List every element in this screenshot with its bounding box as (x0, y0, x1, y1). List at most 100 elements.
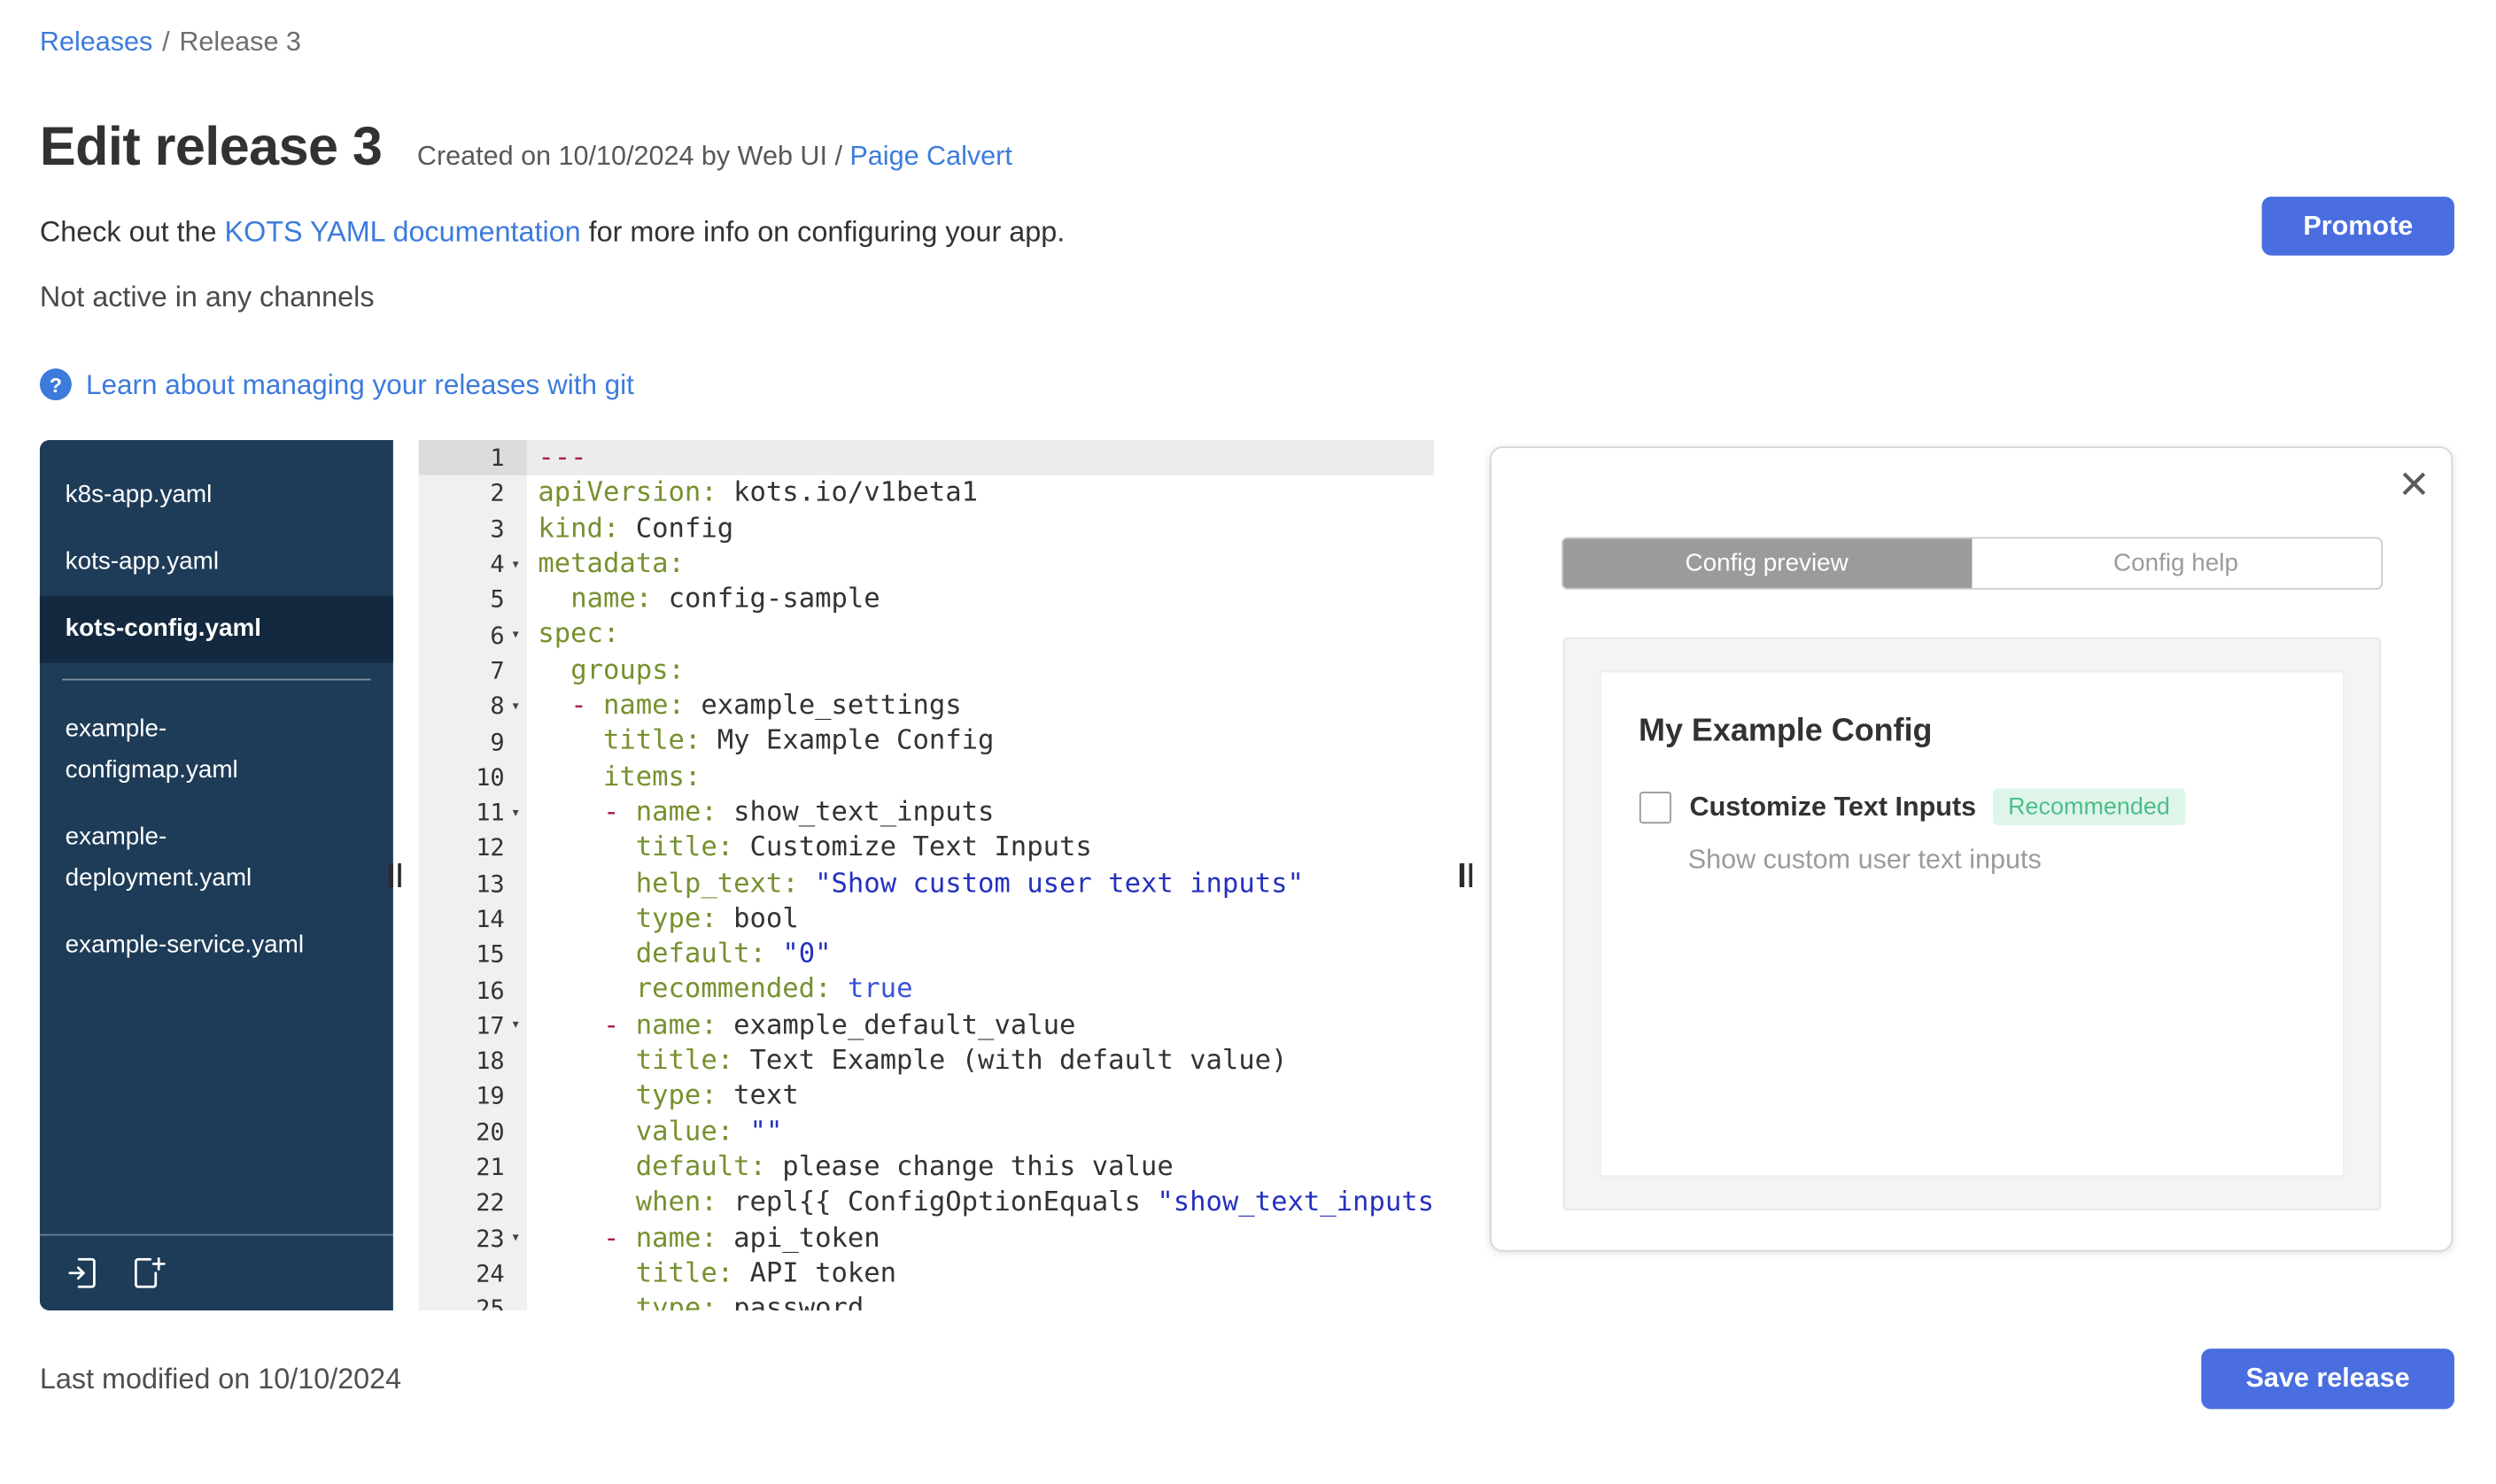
line-number: 17 ▾ (418, 1008, 527, 1044)
code-line: 14 type: bool (418, 900, 1434, 937)
yaml-code-editor[interactable]: 1 --- 2 apiVersion: kots.io/v1beta1 3 kind: C… (418, 440, 1435, 1310)
page-title: Edit release 3 (39, 117, 383, 178)
breadcrumb: Releases / Release 3 (40, 25, 2454, 60)
customize-text-inputs-checkbox[interactable] (1639, 791, 1670, 823)
code-text: - name: example_settings (570, 690, 962, 723)
code-text: default: please change this value (635, 1151, 1174, 1184)
line-number: 24 (418, 1256, 527, 1292)
code-line: 6 ▾ spec: (418, 617, 1434, 653)
splitter-bar (1459, 863, 1464, 887)
tab-config-help[interactable]: Config help (1971, 538, 2381, 589)
tab-config-preview[interactable]: Config preview (1562, 538, 1972, 589)
git-releases-link[interactable]: Learn about managing your releases with … (86, 367, 634, 401)
code-text: - name: api_token (602, 1222, 880, 1255)
docs-prefix: Check out the (39, 215, 225, 248)
code-text: --- (526, 440, 1435, 476)
code-line: 25 type: password (418, 1291, 1434, 1310)
close-icon[interactable]: × (2399, 452, 2430, 515)
file-item-kots-app[interactable]: kots-app.yaml (40, 529, 393, 596)
code-line: 16 recommended: true (418, 972, 1434, 1009)
file-item-kots-config[interactable]: kots-config.yaml (39, 596, 393, 663)
line-number: 21 (418, 1149, 527, 1186)
line-number: 18 (418, 1043, 527, 1079)
code-text: name: config-sample (570, 584, 880, 616)
file-item-example-configmap[interactable]: example-configmap.yaml (40, 696, 393, 804)
file-item-example-deployment[interactable]: example-deployment.yaml (40, 805, 393, 913)
line-number: 10 (418, 759, 527, 795)
line-number: 20 (418, 1114, 527, 1150)
fold-arrow-icon[interactable]: ▾ (505, 555, 527, 573)
breadcrumb-current: Release 3 (179, 26, 301, 57)
line-number: 2 (418, 475, 527, 512)
config-preview-panel: × Config preview Config help My Example … (1489, 446, 2453, 1252)
file-name: example-service.yaml (65, 931, 305, 959)
code-text: title: Customize Text Inputs (635, 831, 1092, 864)
question-mark-icon[interactable]: ? (39, 368, 72, 401)
created-text: Created on 10/10/2024 by Web UI / (416, 141, 850, 172)
code-text: type: text (635, 1080, 799, 1112)
kots-yaml-docs-link[interactable]: KOTS YAML documentation (225, 216, 581, 248)
preview-tabs: Config preview Config help (1560, 537, 2383, 590)
config-item-help-text: Show custom user text inputs (1687, 844, 2042, 875)
line-number: 9 (418, 723, 527, 760)
breadcrumb-releases-link[interactable]: Releases (40, 27, 152, 57)
last-modified-text: Last modified on 10/10/2024 (39, 1362, 402, 1395)
fold-arrow-icon[interactable]: ▾ (505, 626, 527, 644)
sidebar-footer (39, 1233, 393, 1310)
line-number: 12 (418, 830, 527, 866)
release-editor: k8s-app.yaml kots-app.yaml kots-config.y… (39, 440, 2456, 1310)
splitter-bar (397, 863, 401, 887)
code-text: - name: example_default_value (602, 1009, 1076, 1041)
file-item-example-service[interactable]: example-service.yaml (40, 913, 393, 979)
fold-arrow-icon[interactable]: ▾ (505, 698, 527, 715)
footer-row: Last modified on 10/10/2024 Save release (39, 1349, 2454, 1410)
code-line: 8 ▾ - name: example_settings (418, 688, 1434, 724)
code-text: - name: show_text_inputs (602, 796, 995, 829)
recommended-badge: Recommended (1992, 788, 2186, 825)
code-line: 18 title: Text Example (with default val… (418, 1043, 1434, 1079)
file-sidebar: k8s-app.yaml kots-app.yaml kots-config.y… (39, 440, 393, 1310)
code-line: 4 ▾ metadata: (418, 546, 1434, 583)
code-line: 5 name: config-sample (418, 582, 1434, 618)
fold-arrow-icon[interactable]: ▾ (505, 804, 527, 822)
fold-arrow-icon[interactable]: ▾ (505, 1230, 527, 1248)
add-file-icon[interactable] (130, 1255, 167, 1291)
code-line: 15 default: "0" (418, 936, 1434, 973)
git-help-row: ? Learn about managing your releases wit… (39, 367, 2454, 402)
line-number: 14 (418, 900, 527, 937)
breadcrumb-separator: / (162, 26, 170, 57)
config-group-title: My Example Config (1639, 714, 1933, 749)
config-item-row: Customize Text Inputs Recommended (1639, 788, 2304, 825)
code-line: 11 ▾ - name: show_text_inputs (418, 794, 1434, 831)
author-link[interactable]: Paige Calvert (849, 141, 1012, 171)
preview-body: My Example Config Customize Text Inputs … (1562, 637, 2381, 1210)
code-text: apiVersion: kots.io/v1beta1 (538, 476, 979, 509)
promote-button[interactable]: Promote (2261, 197, 2454, 256)
docs-suffix: for more info on configuring your app. (580, 215, 1066, 248)
edit-release-page: Releases / Release 3 Edit release 3 Create… (0, 25, 2496, 1484)
code-line: 10 items: (418, 759, 1434, 795)
code-line: 2 apiVersion: kots.io/v1beta1 (418, 475, 1434, 512)
line-number: 4 ▾ (418, 546, 527, 583)
title-row: Edit release 3 Created on 10/10/2024 by … (40, 117, 2454, 177)
code-text: metadata: (538, 548, 685, 580)
file-name: example-deployment.yaml (65, 823, 252, 893)
code-line: 9 title: My Example Config (418, 723, 1434, 760)
line-number: 23 ▾ (418, 1220, 527, 1256)
upload-file-icon[interactable] (66, 1255, 102, 1291)
editor-splitter-handle-left[interactable] (382, 857, 407, 893)
file-name: example-configmap.yaml (65, 715, 238, 785)
fold-arrow-icon[interactable]: ▾ (505, 1016, 527, 1034)
save-release-button[interactable]: Save release (2201, 1349, 2454, 1410)
file-name: kots-config.yaml (65, 614, 262, 643)
code-text: when: repl{{ ConfigOptionEquals "show_te… (635, 1186, 1435, 1219)
file-item-k8s-app[interactable]: k8s-app.yaml (40, 462, 393, 529)
line-number: 25 (418, 1291, 527, 1310)
code-line: 20 value: "" (418, 1114, 1434, 1150)
line-number: 11 ▾ (418, 794, 527, 831)
channel-status: Not active in any channels (39, 281, 375, 313)
code-line: 13 help_text: "Show custom user text inp… (418, 865, 1434, 901)
docs-text: Check out the KOTS YAML documentation fo… (40, 213, 1065, 251)
editor-splitter-handle-right[interactable] (1453, 857, 1479, 893)
config-card: My Example Config Customize Text Inputs … (1599, 670, 2345, 1178)
